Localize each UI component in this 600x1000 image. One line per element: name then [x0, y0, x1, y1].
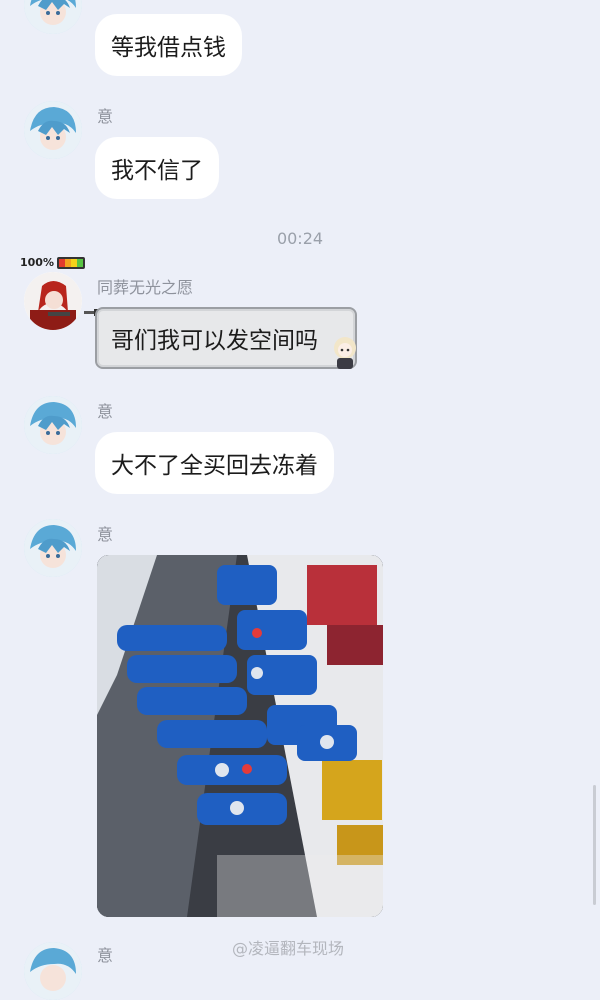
sender-name: 同葬无光之愿	[97, 278, 194, 297]
chibi-sticker	[328, 334, 362, 370]
avatar-yi[interactable]	[24, 519, 82, 577]
battery-icon	[56, 256, 85, 269]
themed-message-bubble[interactable]: 哥们我可以发空间吗	[95, 307, 357, 369]
avatar-yi[interactable]	[24, 101, 82, 159]
watermark: @凌逼翻车现场	[232, 939, 345, 958]
sender-name: 意	[97, 402, 114, 421]
timestamp: 00:24	[276, 229, 324, 248]
message-bubble[interactable]: 等我借点钱	[95, 14, 242, 76]
sender-name: 意	[97, 946, 114, 965]
message-bubble[interactable]: 大不了全买回去冻着	[95, 432, 334, 494]
avatar-yi[interactable]	[24, 942, 82, 1000]
sender-name: 意	[97, 107, 114, 126]
message-bubble[interactable]: 我不信了	[95, 137, 219, 199]
drinks-fridge-photo[interactable]	[97, 555, 383, 917]
battery-badge: 100%	[20, 256, 85, 269]
avatar-yi[interactable]	[24, 0, 82, 34]
avatar-yi[interactable]	[24, 396, 82, 454]
scrollbar[interactable]	[593, 785, 596, 905]
battery-percent: 100%	[20, 256, 54, 269]
avatar-tongzang[interactable]	[24, 272, 82, 330]
message-text: 哥们我可以发空间吗	[111, 328, 318, 354]
sender-name: 意	[97, 525, 114, 544]
